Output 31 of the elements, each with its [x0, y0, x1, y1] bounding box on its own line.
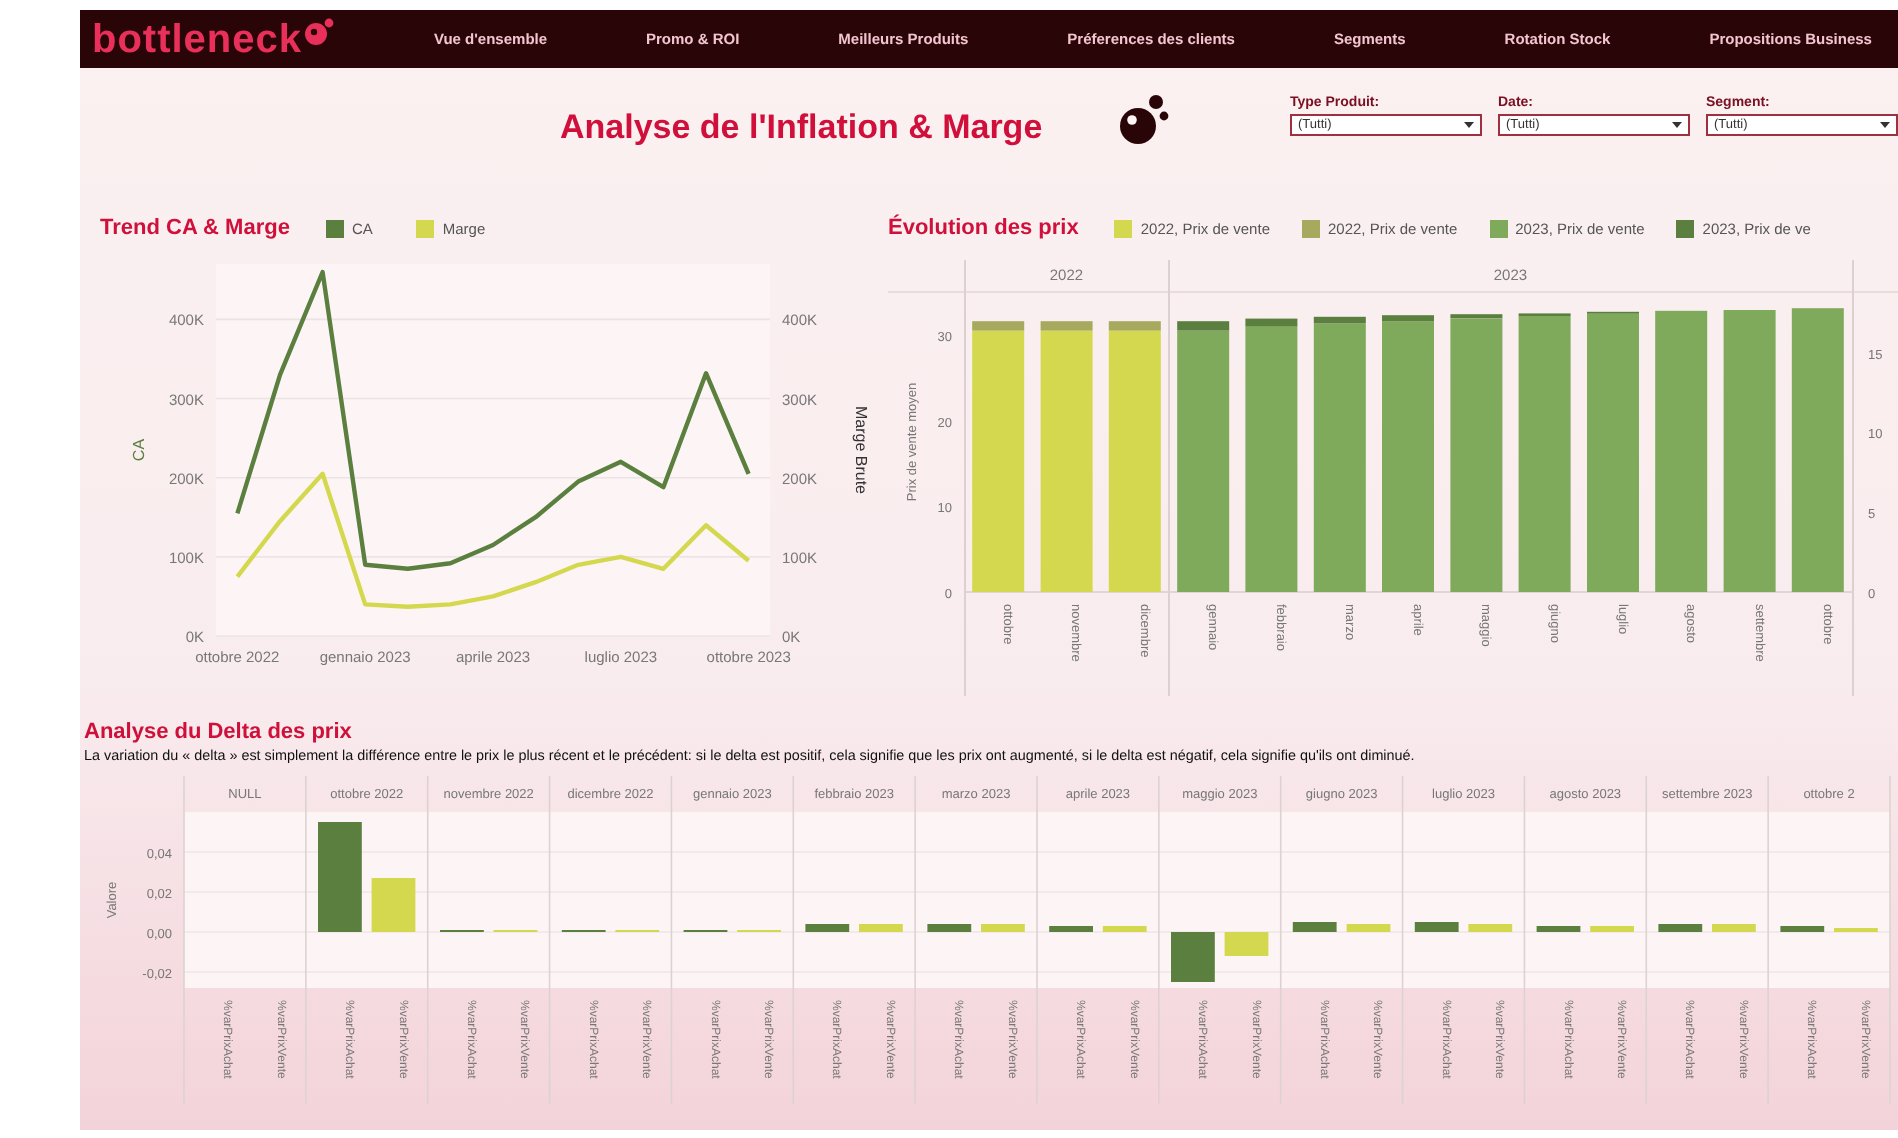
- bar: [1346, 924, 1391, 932]
- bar: [927, 924, 972, 932]
- bar: [859, 924, 903, 932]
- logo-text: bottleneck: [92, 17, 303, 61]
- bar: [1468, 924, 1513, 932]
- bar: [371, 878, 416, 932]
- section-title: Évolution des prix: [888, 216, 1079, 240]
- axis-title: CA: [130, 438, 148, 462]
- section-title: Analyse du Delta des prix: [84, 720, 354, 744]
- bar: [1049, 926, 1093, 932]
- bubbles-icon: [304, 17, 337, 45]
- bar: [981, 924, 1025, 932]
- caret-icon: [1880, 122, 1890, 128]
- axis-title: Marge Brute: [852, 405, 870, 495]
- bar: [1414, 922, 1459, 932]
- caret-icon: [1672, 122, 1682, 128]
- bar: [1590, 926, 1634, 932]
- bar: [1536, 926, 1581, 932]
- bar: [1171, 932, 1215, 982]
- bar: [1102, 926, 1147, 932]
- bar: [1712, 924, 1756, 932]
- bubbles-icon: [1118, 94, 1171, 146]
- bar: [1224, 932, 1269, 956]
- bar: [1292, 922, 1337, 932]
- bar: [1780, 926, 1825, 932]
- section-title: Trend CA & Marge: [100, 216, 290, 240]
- bar: [805, 924, 850, 932]
- caret-icon: [1464, 122, 1474, 128]
- bar: [1658, 924, 1703, 932]
- page-title: Analyse de l'Inflation & Marge: [560, 108, 1043, 148]
- bar: [318, 822, 362, 932]
